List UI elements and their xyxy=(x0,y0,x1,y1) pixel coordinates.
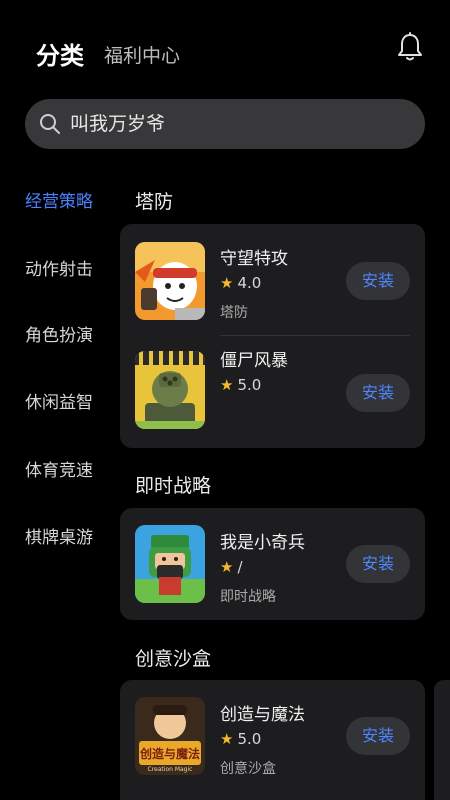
sidebar-item-board-games[interactable]: 棋牌桌游 xyxy=(25,523,93,548)
app-item[interactable]: 守望特攻 ★ 4.0 塔防 安装 xyxy=(120,224,425,334)
search-bar[interactable] xyxy=(25,99,425,149)
app-name: 创造与魔法 xyxy=(220,705,305,725)
search-icon xyxy=(40,114,60,134)
app-card-real-time-strategy: 我是小奇兵 ★ / 即时战略 安装 xyxy=(120,508,425,620)
install-button[interactable]: 安装 xyxy=(346,717,410,755)
app-rating: ★ 5.0 xyxy=(220,730,261,748)
star-icon: ★ xyxy=(220,274,234,292)
install-button[interactable]: 安装 xyxy=(346,545,410,583)
star-icon: ★ xyxy=(220,730,234,748)
section-title-real-time-strategy: 即时战略 xyxy=(135,475,212,497)
turret-icon xyxy=(135,351,205,429)
cartoon-character-icon xyxy=(135,242,205,320)
install-button[interactable]: 安装 xyxy=(346,262,410,300)
app-category: 创意沙盒 xyxy=(220,761,276,777)
app-card-creative-sandbox: 创造与魔法 Creation Magic 创造与魔法 ★ 5.0 创意沙盒 安装 xyxy=(120,680,425,800)
star-icon: ★ xyxy=(220,376,234,394)
install-button[interactable]: 安装 xyxy=(346,374,410,412)
app-category: 即时战略 xyxy=(220,589,276,605)
rating-value: / xyxy=(237,558,243,576)
icon-logo-subtext: Creation Magic xyxy=(148,766,193,773)
app-name: 守望特攻 xyxy=(220,249,288,269)
rating-value: 5.0 xyxy=(237,376,262,394)
app-name: 僵尸风暴 xyxy=(220,351,288,371)
sidebar-item-action-shooting[interactable]: 动作射击 xyxy=(25,255,93,280)
rating-value: 4.0 xyxy=(237,274,262,292)
tab-category[interactable]: 分类 xyxy=(36,36,84,71)
section-title-tower-defense: 塔防 xyxy=(135,191,174,213)
creation-magic-icon: 创造与魔法 Creation Magic xyxy=(135,697,205,775)
app-category: 塔防 xyxy=(220,305,248,321)
icon-logo-text: 创造与魔法 xyxy=(139,746,200,761)
tab-welfare-center[interactable]: 福利中心 xyxy=(104,41,180,68)
sidebar-item-casual-puzzle[interactable]: 休闲益智 xyxy=(25,388,93,413)
sidebar-item-sports-racing[interactable]: 体育竞速 xyxy=(25,456,93,481)
next-card-edge xyxy=(434,680,450,800)
sidebar-item-role-playing[interactable]: 角色扮演 xyxy=(25,321,93,346)
star-icon: ★ xyxy=(220,558,234,576)
sidebar-item-business-strategy[interactable]: 经营策略 xyxy=(25,187,93,212)
app-card-tower-defense: 守望特攻 ★ 4.0 塔防 安装 僵尸风暴 ★ 5.0 安装 xyxy=(120,224,425,448)
warrior-icon xyxy=(135,525,205,603)
search-input[interactable] xyxy=(70,99,400,149)
bell-icon[interactable] xyxy=(396,32,424,62)
app-name: 我是小奇兵 xyxy=(220,533,305,553)
rating-value: 5.0 xyxy=(237,730,262,748)
app-item[interactable]: 我是小奇兵 ★ / 即时战略 安装 xyxy=(120,508,425,618)
app-rating: ★ 4.0 xyxy=(220,274,261,292)
app-rating: ★ / xyxy=(220,558,243,576)
app-item[interactable]: 僵尸风暴 ★ 5.0 安装 xyxy=(120,336,425,446)
app-rating: ★ 5.0 xyxy=(220,376,261,394)
section-title-creative-sandbox: 创意沙盒 xyxy=(135,648,212,670)
top-bar: 分类 福利中心 xyxy=(0,0,450,100)
app-item[interactable]: 创造与魔法 Creation Magic 创造与魔法 ★ 5.0 创意沙盒 安装 xyxy=(120,680,425,790)
